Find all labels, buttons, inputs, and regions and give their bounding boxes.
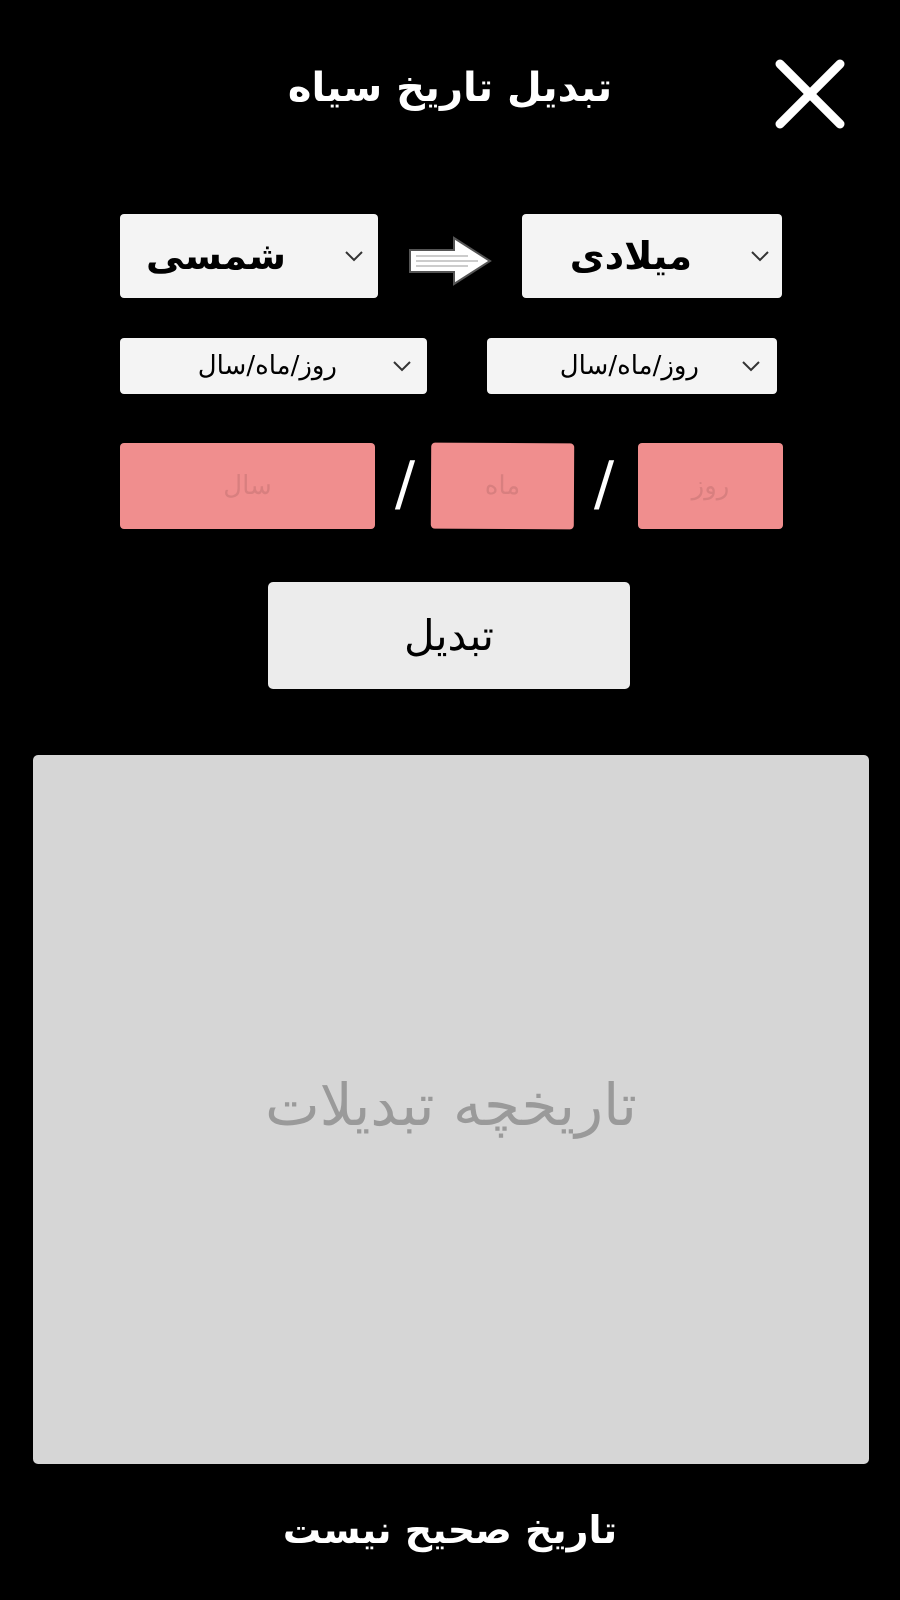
close-icon (775, 59, 845, 129)
chevron-down-icon (344, 214, 364, 298)
validation-message: تاریخ صحیح نیست (282, 1508, 618, 1552)
history-placeholder: تاریخچه تبدیلات (265, 1071, 637, 1139)
convert-button[interactable]: تبدیل (268, 582, 630, 689)
close-button[interactable] (770, 54, 850, 134)
chevron-down-icon (741, 338, 761, 394)
source-calendar-value: شمسی (146, 234, 286, 278)
date-separator: / (593, 449, 615, 519)
month-input[interactable] (430, 442, 575, 530)
date-converter-screen: تبدیل تاریخ سیاه میلادی شمسی روز/ماه/سال (0, 0, 900, 1600)
target-calendar-select[interactable]: میلادی (522, 214, 782, 298)
chevron-down-icon (392, 338, 412, 394)
conversion-history-panel[interactable]: تاریخچه تبدیلات (33, 755, 869, 1464)
day-input[interactable] (638, 443, 783, 529)
arrow-right-icon (408, 236, 492, 286)
date-separator: / (394, 449, 416, 519)
chevron-down-icon (750, 214, 770, 298)
source-format-value: روز/ماه/سال (197, 351, 337, 381)
source-format-select[interactable]: روز/ماه/سال (120, 338, 427, 394)
target-calendar-value: میلادی (569, 234, 692, 278)
source-calendar-select[interactable]: شمسی (120, 214, 378, 298)
target-format-select[interactable]: روز/ماه/سال (487, 338, 777, 394)
page-title: تبدیل تاریخ سیاه (287, 65, 613, 111)
target-format-value: روز/ماه/سال (559, 351, 699, 381)
year-input[interactable] (120, 443, 375, 529)
